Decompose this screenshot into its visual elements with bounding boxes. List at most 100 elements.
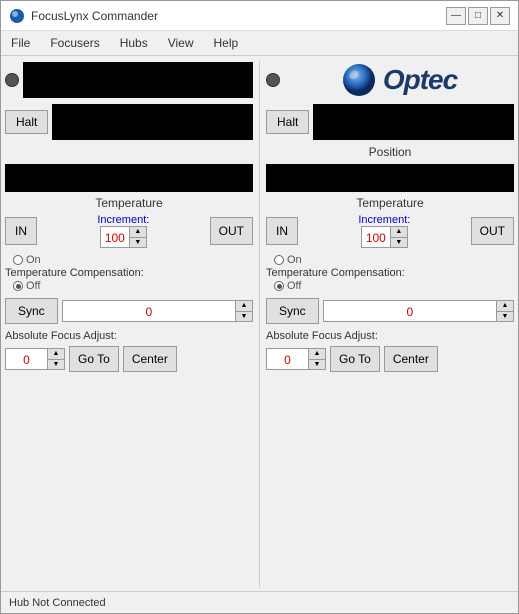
menu-focusers[interactable]: Focusers xyxy=(40,33,109,53)
menu-file[interactable]: File xyxy=(1,33,40,53)
focuser2-center-button[interactable]: Center xyxy=(384,346,438,372)
title-bar-left: FocusLynx Commander xyxy=(9,8,158,24)
menubar: File Focusers Hubs View Help xyxy=(1,31,518,56)
focuser2-in-button[interactable]: IN xyxy=(266,217,298,245)
menu-view[interactable]: View xyxy=(158,33,204,53)
focuser2-off-radio[interactable] xyxy=(274,281,284,291)
focuser2-halt-row: Halt xyxy=(266,104,514,140)
focuser2-increment-row: IN Increment: 100 ▲ ▼ OUT xyxy=(266,214,514,248)
focuser2-sync-down[interactable]: ▼ xyxy=(497,312,513,322)
focuser1-name-text xyxy=(136,74,139,86)
focuser2-abs-focus-label: Absolute Focus Adjust: xyxy=(266,330,514,342)
focuser2-temp-comp-section: On Temperature Compensation: Off xyxy=(266,254,514,292)
focuser1-out-button[interactable]: OUT xyxy=(210,217,253,245)
menu-help[interactable]: Help xyxy=(204,33,249,53)
focuser2-temp-comp-label: Temperature Compensation: xyxy=(266,267,514,279)
title-bar: FocusLynx Commander — □ ✕ xyxy=(1,1,518,31)
focuser1-temp-comp-label: Temperature Compensation: xyxy=(5,267,253,279)
focuser2-off-radio-row: Off xyxy=(266,280,514,292)
focuser2-increment-down[interactable]: ▼ xyxy=(391,238,407,248)
focuser1-increment-spinbox-buttons: ▲ ▼ xyxy=(129,227,146,247)
focuser2-increment-box: Increment: 100 ▲ ▼ xyxy=(302,214,467,248)
focuser2-abs-spinbox-buttons: ▲ ▼ xyxy=(308,349,325,369)
focuser2-on-radio[interactable] xyxy=(274,255,284,265)
focuser2-abs-value: 0 xyxy=(267,349,308,369)
focuser2-abs-focus-row: 0 ▲ ▼ Go To Center xyxy=(266,346,514,372)
focuser2-halt-button[interactable]: Halt xyxy=(266,110,309,134)
focuser1-abs-down[interactable]: ▼ xyxy=(48,360,64,370)
focuser2-increment-value: 100 xyxy=(362,227,390,247)
menu-hubs[interactable]: Hubs xyxy=(110,33,158,53)
focuser2-off-label: Off xyxy=(287,280,301,292)
focuser1-sync-up[interactable]: ▲ xyxy=(236,301,252,312)
focuser2-sync-button[interactable]: Sync xyxy=(266,298,319,324)
focuser1-led xyxy=(5,73,19,87)
app-icon xyxy=(9,8,25,24)
focuser1-halt-row: Halt xyxy=(5,104,253,140)
status-text: Hub Not Connected xyxy=(9,597,106,609)
focuser1-name-display xyxy=(23,62,253,98)
main-content: Halt Temperature IN Increment: 100 xyxy=(1,56,518,591)
focuser2-increment-up[interactable]: ▲ xyxy=(391,227,407,238)
focuser1-abs-focus-label: Absolute Focus Adjust: xyxy=(5,330,253,342)
focuser2-abs-up[interactable]: ▲ xyxy=(309,349,325,360)
focuser2-temperature-display xyxy=(266,164,514,192)
focuser1-abs-value: 0 xyxy=(6,349,47,369)
focuser1-sync-value: 0 xyxy=(63,301,235,321)
minimize-button[interactable]: — xyxy=(446,7,466,25)
focuser1-temp-comp-section: On Temperature Compensation: Off xyxy=(5,254,253,292)
focuser2-temperature-label: Temperature xyxy=(266,196,514,210)
focuser1-in-button[interactable]: IN xyxy=(5,217,37,245)
maximize-button[interactable]: □ xyxy=(468,7,488,25)
focuser1-off-radio-row: Off xyxy=(5,280,253,292)
main-window: FocusLynx Commander — □ ✕ File Focusers … xyxy=(0,0,519,614)
focuser2-increment-spinbox-buttons: ▲ ▼ xyxy=(390,227,407,247)
optec-logo: Optec xyxy=(284,62,514,98)
optec-text: Optec xyxy=(383,64,457,96)
focuser1-sync-spinbox-buttons: ▲ ▼ xyxy=(235,301,252,321)
focuser2-out-button[interactable]: OUT xyxy=(471,217,514,245)
focuser2-abs-spinbox[interactable]: 0 ▲ ▼ xyxy=(266,348,326,370)
focuser1-on-radio-row: On xyxy=(5,254,253,266)
focuser1-abs-spinbox-buttons: ▲ ▼ xyxy=(47,349,64,369)
focuser1-goto-button[interactable]: Go To xyxy=(69,346,119,372)
focuser1-on-radio[interactable] xyxy=(13,255,23,265)
focuser2-position-display xyxy=(313,104,514,140)
close-button[interactable]: ✕ xyxy=(490,7,510,25)
focuser1-sync-button[interactable]: Sync xyxy=(5,298,58,324)
focuser2-on-radio-row: On xyxy=(266,254,514,266)
focuser2-panel: Optec Halt Position Temperature IN xyxy=(266,60,514,587)
focuser1-increment-up[interactable]: ▲ xyxy=(130,227,146,238)
focuser1-panel: Halt Temperature IN Increment: 100 xyxy=(5,60,253,587)
status-bar: Hub Not Connected xyxy=(1,591,518,613)
optec-sphere-icon xyxy=(341,62,377,98)
focuser1-off-radio[interactable] xyxy=(13,281,23,291)
focuser2-goto-button[interactable]: Go To xyxy=(330,346,380,372)
focuser1-abs-focus-row: 0 ▲ ▼ Go To Center xyxy=(5,346,253,372)
focuser1-increment-down[interactable]: ▼ xyxy=(130,238,146,248)
focuser1-increment-spinbox[interactable]: 100 ▲ ▼ xyxy=(100,226,147,248)
focuser1-increment-row: IN Increment: 100 ▲ ▼ OUT xyxy=(5,214,253,248)
focuser1-abs-spinbox[interactable]: 0 ▲ ▼ xyxy=(5,348,65,370)
focuser1-halt-button[interactable]: Halt xyxy=(5,110,48,134)
focuser2-sync-value: 0 xyxy=(324,301,496,321)
focuser1-increment-value: 100 xyxy=(101,227,129,247)
focuser2-sync-row: Sync 0 ▲ ▼ xyxy=(266,298,514,324)
focuser1-position-display xyxy=(52,104,253,140)
focuser2-increment-label: Increment: xyxy=(358,214,410,226)
focuser1-position-label xyxy=(5,144,253,160)
focuser1-sync-down[interactable]: ▼ xyxy=(236,312,252,322)
focuser1-abs-up[interactable]: ▲ xyxy=(48,349,64,360)
focuser1-sync-row: Sync 0 ▲ ▼ xyxy=(5,298,253,324)
focuser2-abs-down[interactable]: ▼ xyxy=(309,360,325,370)
focuser2-sync-spinbox[interactable]: 0 ▲ ▼ xyxy=(323,300,514,322)
focuser1-sync-spinbox[interactable]: 0 ▲ ▼ xyxy=(62,300,253,322)
focuser1-center-button[interactable]: Center xyxy=(123,346,177,372)
focuser2-led xyxy=(266,73,280,87)
focuser1-temperature-display xyxy=(5,164,253,192)
focuser2-increment-spinbox[interactable]: 100 ▲ ▼ xyxy=(361,226,408,248)
focuser2-sync-up[interactable]: ▲ xyxy=(497,301,513,312)
panel-divider xyxy=(259,60,260,587)
focuser1-temperature-label: Temperature xyxy=(5,196,253,210)
focuser2-on-label: On xyxy=(287,254,302,266)
